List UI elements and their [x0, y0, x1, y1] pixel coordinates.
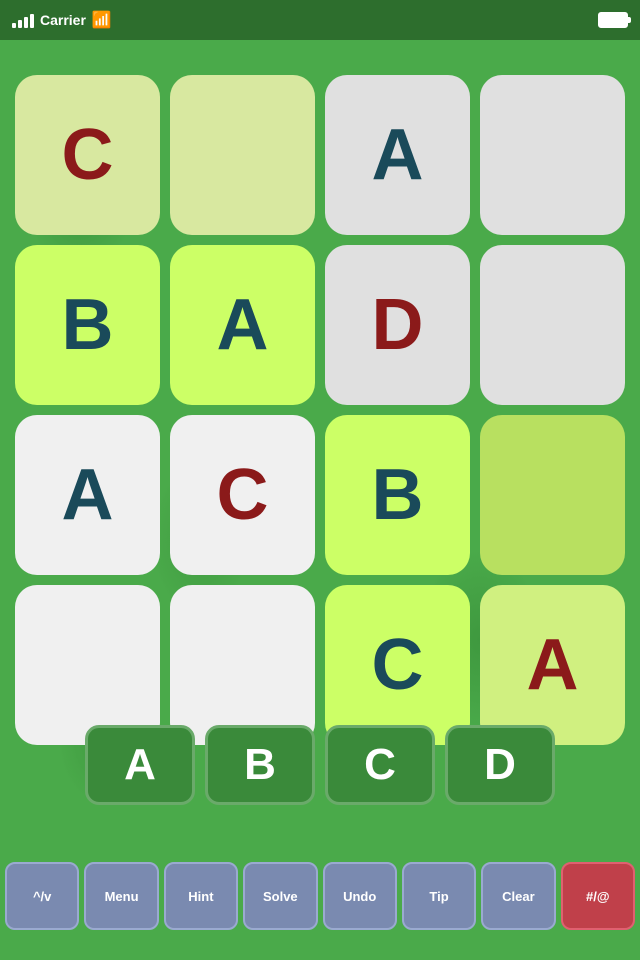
carrier-label: Carrier: [40, 12, 86, 28]
symbol-btn[interactable]: #/@: [561, 862, 635, 930]
cell-letter-5: A: [217, 284, 269, 366]
letter-buttons: ABCD: [10, 725, 630, 805]
hint-btn[interactable]: Hint: [164, 862, 238, 930]
cell-letter-2: A: [372, 114, 424, 196]
grid-cell-14[interactable]: C: [325, 585, 470, 745]
cell-letter-8: A: [62, 454, 114, 536]
wifi-icon: 📶: [92, 10, 112, 30]
menu-btn[interactable]: Menu: [84, 862, 158, 930]
cell-letter-9: C: [217, 454, 269, 536]
grid-cell-15[interactable]: A: [480, 585, 625, 745]
grid-cell-10[interactable]: B: [325, 415, 470, 575]
grid-cell-11[interactable]: [480, 415, 625, 575]
cell-letter-10: B: [372, 454, 424, 536]
letter-button-c[interactable]: C: [325, 725, 435, 805]
cell-letter-14: C: [372, 624, 424, 706]
cell-letter-6: D: [372, 284, 424, 366]
grid-cell-0[interactable]: C: [15, 75, 160, 235]
grid-cell-8[interactable]: A: [15, 415, 160, 575]
grid-cell-12[interactable]: [15, 585, 160, 745]
grid-cell-4[interactable]: B: [15, 245, 160, 405]
grid-cell-7[interactable]: [480, 245, 625, 405]
tip-btn[interactable]: Tip: [402, 862, 476, 930]
grid-cell-5[interactable]: A: [170, 245, 315, 405]
cell-letter-4: B: [62, 284, 114, 366]
cell-letter-15: A: [527, 624, 579, 706]
signal-icon: [12, 12, 34, 28]
status-left: Carrier 📶: [12, 10, 112, 30]
letter-button-b[interactable]: B: [205, 725, 315, 805]
undo-btn[interactable]: Undo: [323, 862, 397, 930]
cell-letter-0: C: [62, 114, 114, 196]
game-area: CABADACBCA ABCD ^/vMenuHintSolveUndoTipC…: [0, 40, 640, 960]
grid-cell-3[interactable]: [480, 75, 625, 235]
letter-button-d[interactable]: D: [445, 725, 555, 805]
grid: C A B A D A C B C A: [10, 70, 630, 750]
grid-cell-13[interactable]: [170, 585, 315, 745]
letter-button-a[interactable]: A: [85, 725, 195, 805]
action-buttons: ^/vMenuHintSolveUndoTipClear#/@: [5, 862, 635, 930]
grid-cell-2[interactable]: A: [325, 75, 470, 235]
battery-icon: [598, 12, 628, 28]
grid-cell-1[interactable]: [170, 75, 315, 235]
grid-cell-6[interactable]: D: [325, 245, 470, 405]
status-bar: Carrier 📶: [0, 0, 640, 40]
solve-btn[interactable]: Solve: [243, 862, 317, 930]
sort-btn[interactable]: ^/v: [5, 862, 79, 930]
grid-cell-9[interactable]: C: [170, 415, 315, 575]
clear-btn[interactable]: Clear: [481, 862, 555, 930]
